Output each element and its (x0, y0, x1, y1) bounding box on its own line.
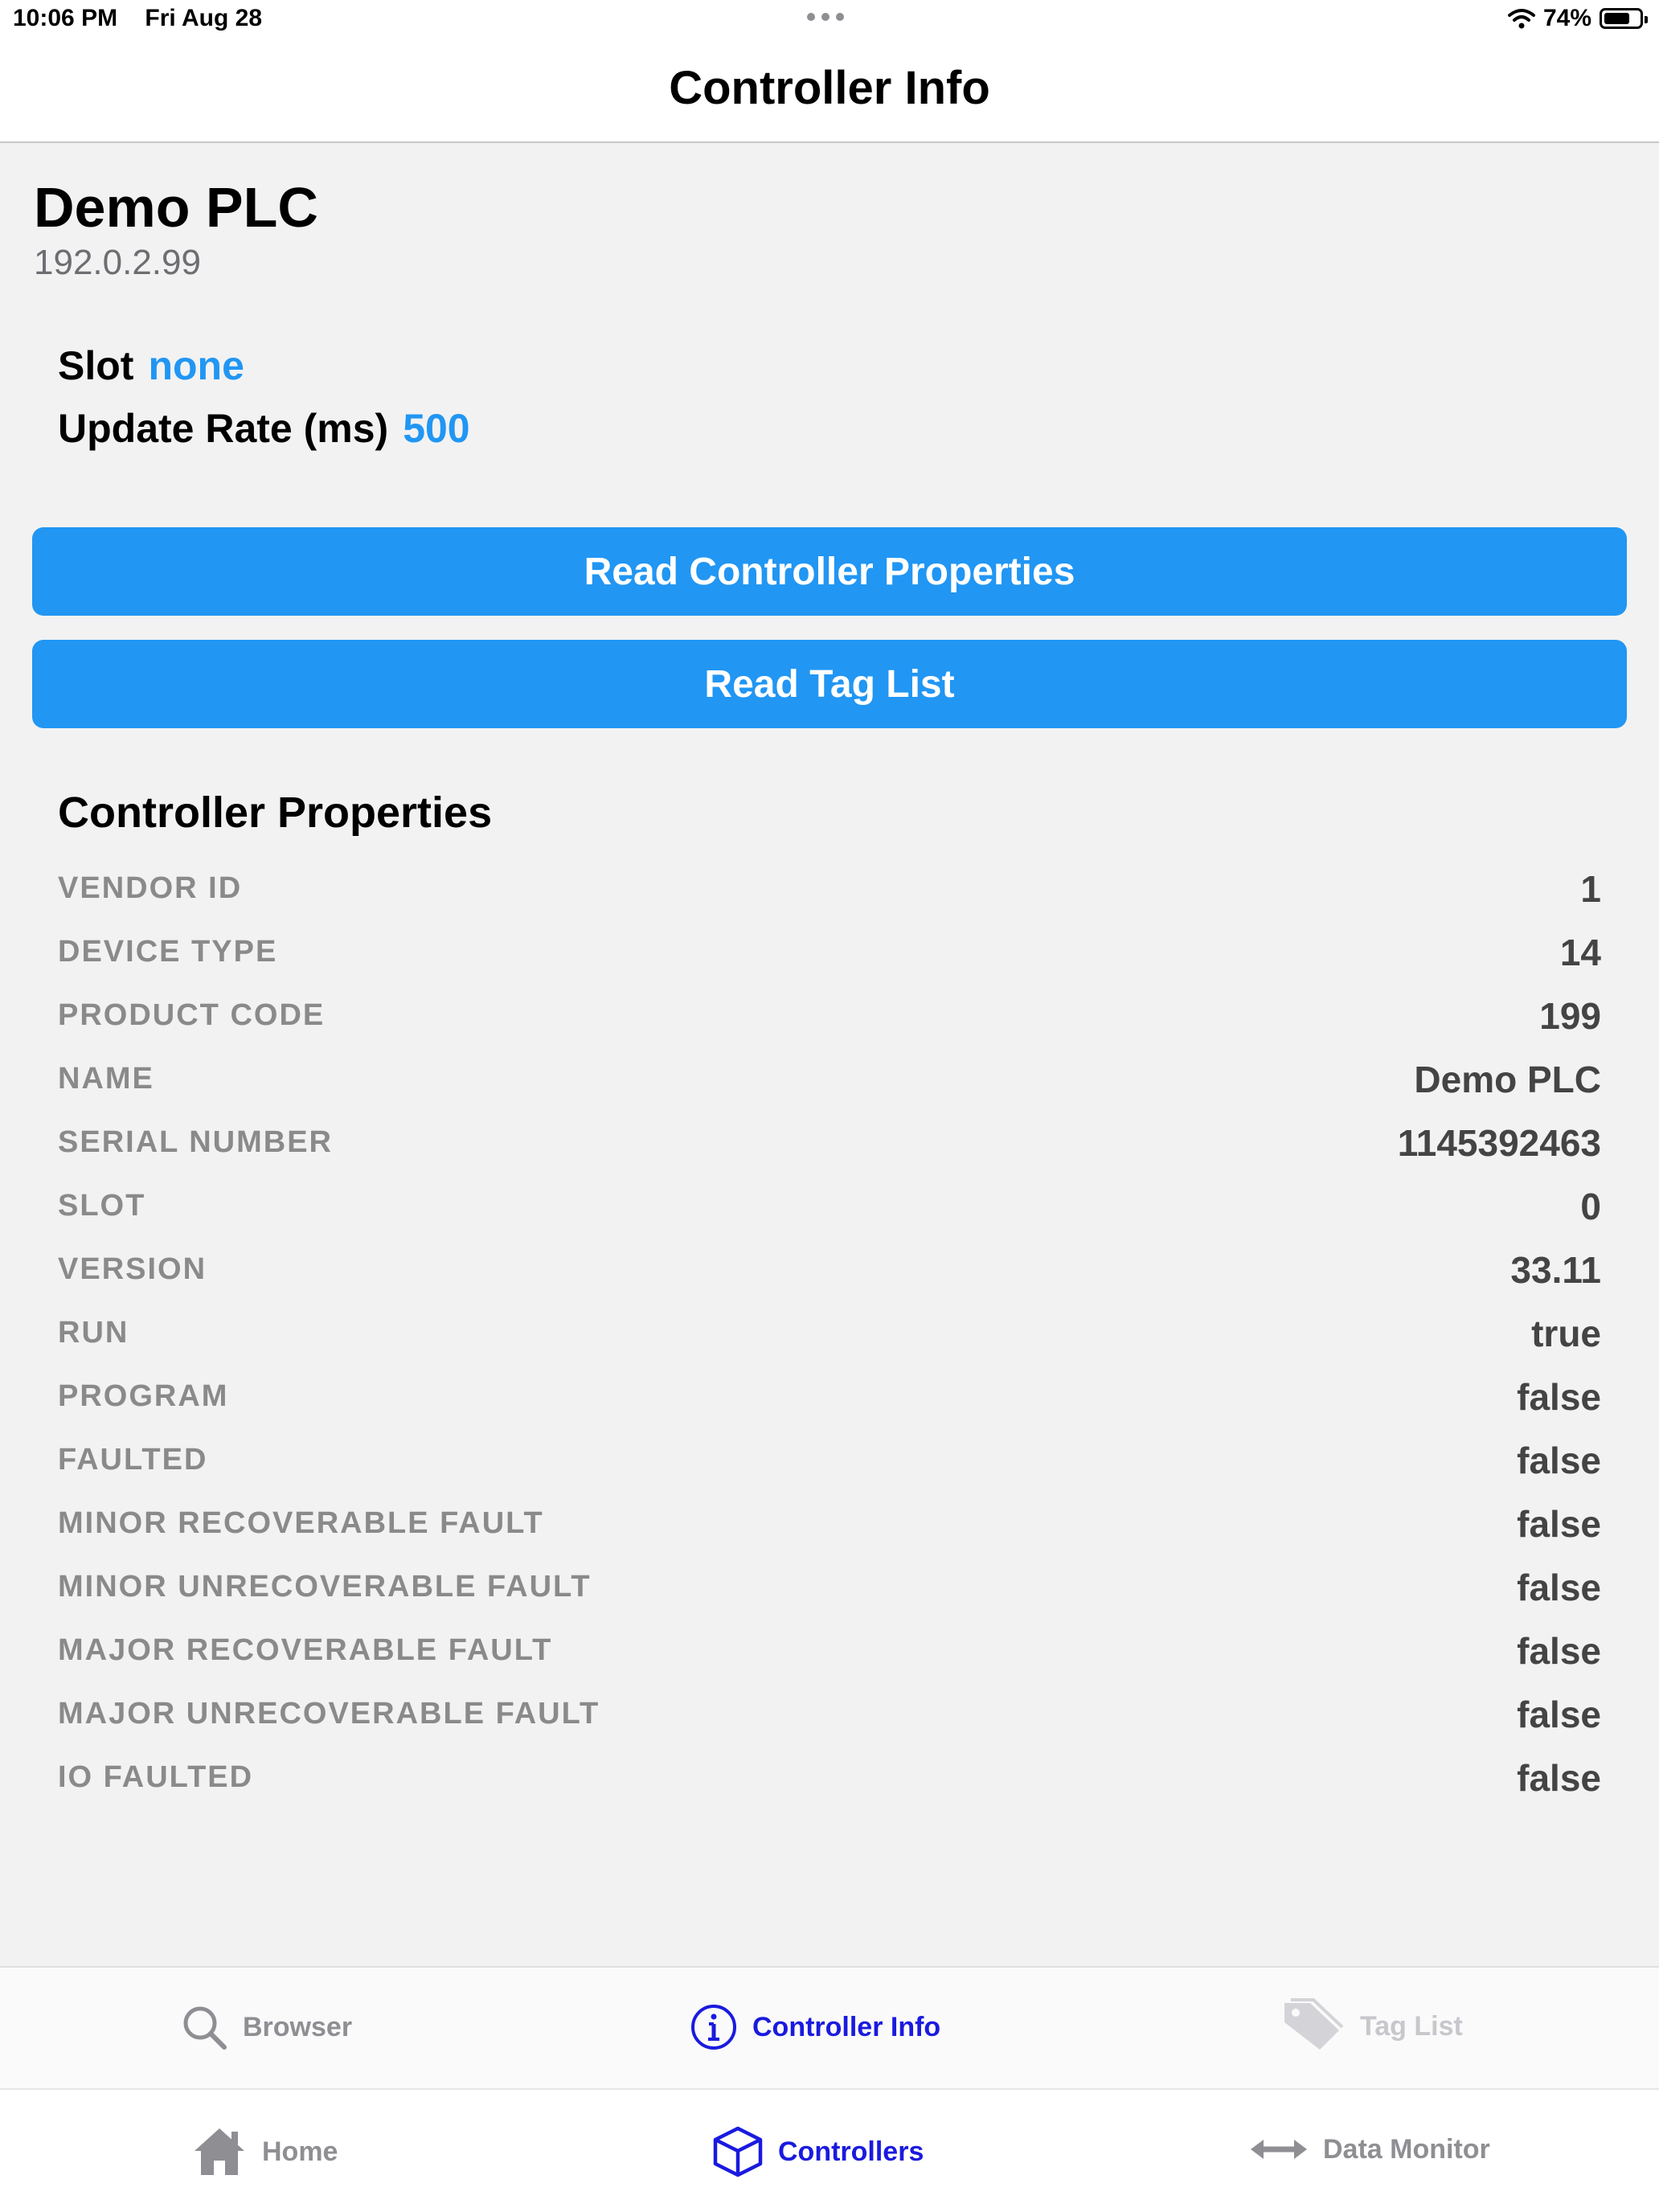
property-row-version: VERSION 33.11 (58, 1238, 1601, 1301)
navigation-bar: Controller Info (0, 42, 1659, 143)
property-label: IO FAULTED (58, 1760, 254, 1794)
multitasking-dots-icon[interactable] (807, 13, 844, 21)
tab-tag-list-label: Tag List (1360, 2010, 1463, 2042)
property-row-slot: SLOT 0 (58, 1174, 1601, 1238)
property-label: VERSION (58, 1252, 207, 1286)
slot-value[interactable]: none (148, 343, 244, 388)
property-label: SERIAL NUMBER (58, 1125, 333, 1159)
property-value: false (1517, 1756, 1601, 1799)
wifi-icon (1507, 9, 1535, 29)
tab-controllers-label: Controllers (778, 2136, 924, 2167)
search-icon (183, 2006, 227, 2050)
property-row-name: NAME Demo PLC (58, 1047, 1601, 1111)
properties-list: VENDOR ID 1 DEVICE TYPE 14 PRODUCT CODE 199… (58, 857, 1601, 1809)
tab-home-label: Home (262, 2136, 338, 2167)
property-label: VENDOR ID (58, 871, 243, 905)
page-title: Controller Info (669, 62, 990, 114)
slot-label: Slot (58, 343, 134, 388)
property-row-program: PROGRAM false (58, 1365, 1601, 1428)
main-tab-bar: Home Controllers Data Monitor (0, 2088, 1659, 2212)
status-right: 74% (1507, 5, 1648, 32)
read-tag-list-button[interactable]: Read Tag List (32, 640, 1627, 728)
property-row-faulted: FAULTED false (58, 1428, 1601, 1492)
status-time-text: 10:06 PM (13, 5, 118, 31)
slot-setting: Slot none (58, 342, 244, 389)
property-value: 33.11 (1510, 1248, 1601, 1291)
property-value: false (1517, 1693, 1601, 1735)
read-controller-properties-button[interactable]: Read Controller Properties (32, 527, 1627, 616)
property-label: NAME (58, 1062, 154, 1096)
property-label: PRODUCT CODE (58, 998, 326, 1032)
battery-percent: 74% (1542, 5, 1591, 31)
property-row-vendor-id: VENDOR ID 1 (58, 857, 1601, 920)
update-rate-value[interactable]: 500 (403, 406, 469, 451)
property-value: 1 (1580, 867, 1601, 910)
battery-icon (1600, 8, 1648, 29)
status-date-text: Fri Aug 28 (145, 5, 262, 31)
property-row-major-recoverable-fault: MAJOR RECOVERABLE FAULT false (58, 1619, 1601, 1682)
property-value: 14 (1559, 931, 1601, 973)
status-time: 10:06 PM Fri Aug 28 (13, 5, 262, 32)
property-row-major-unrecoverable-fault: MAJOR UNRECOVERABLE FAULT false (58, 1682, 1601, 1746)
property-value: false (1517, 1502, 1601, 1545)
property-value: false (1517, 1375, 1601, 1418)
property-row-run: RUN true (58, 1301, 1601, 1365)
tab-controllers[interactable]: Controllers (712, 2125, 924, 2178)
tab-controller-info[interactable]: Controller Info (690, 2003, 940, 2051)
device-name: Demo PLC (34, 176, 318, 239)
property-row-minor-unrecoverable-fault: MINOR UNRECOVERABLE FAULT false (58, 1555, 1601, 1619)
tag-icon (1284, 1998, 1344, 2050)
property-row-serial-number: SERIAL NUMBER 1145392463 (58, 1111, 1601, 1174)
tab-data-monitor[interactable]: Data Monitor (1249, 2125, 1490, 2173)
property-label: RUN (58, 1316, 129, 1350)
property-label: SLOT (58, 1189, 146, 1223)
home-icon (195, 2128, 244, 2175)
device-ip: 192.0.2.99 (34, 243, 201, 282)
property-label: MAJOR UNRECOVERABLE FAULT (58, 1697, 600, 1731)
update-rate-setting: Update Rate (ms) 500 (58, 405, 470, 452)
property-label: MINOR RECOVERABLE FAULT (58, 1506, 544, 1540)
property-value: 1145392463 (1397, 1121, 1601, 1164)
property-row-device-type: DEVICE TYPE 14 (58, 920, 1601, 984)
property-label: DEVICE TYPE (58, 935, 278, 969)
double-arrow-icon (1251, 2140, 1307, 2159)
property-value: false (1517, 1439, 1601, 1481)
update-rate-label: Update Rate (ms) (58, 406, 389, 451)
controller-tab-bar: Browser Controller Info Tag List (0, 1966, 1659, 2088)
property-value: 199 (1539, 994, 1601, 1037)
property-value: false (1517, 1566, 1601, 1608)
controller-properties-heading: Controller Properties (58, 789, 493, 837)
property-value: false (1517, 1629, 1601, 1672)
status-bar: 10:06 PM Fri Aug 28 74% (0, 0, 1659, 42)
property-row-product-code: PRODUCT CODE 199 (58, 984, 1601, 1047)
property-value: true (1531, 1312, 1601, 1354)
property-label: PROGRAM (58, 1379, 229, 1413)
tab-tag-list[interactable]: Tag List (1281, 1998, 1463, 2054)
property-label: MINOR UNRECOVERABLE FAULT (58, 1570, 592, 1604)
property-label: FAULTED (58, 1443, 208, 1477)
tab-home[interactable]: Home (191, 2125, 338, 2178)
cube-icon (713, 2126, 763, 2177)
property-value: 0 (1580, 1185, 1601, 1227)
property-row-minor-recoverable-fault: MINOR RECOVERABLE FAULT false (58, 1492, 1601, 1555)
tab-browser[interactable]: Browser (180, 2003, 352, 2051)
property-row-io-faulted: IO FAULTED false (58, 1746, 1601, 1809)
tab-data-monitor-label: Data Monitor (1323, 2133, 1490, 2165)
tab-browser-label: Browser (243, 2011, 353, 2042)
info-icon (691, 2005, 736, 2050)
tab-controller-info-label: Controller Info (752, 2011, 941, 2042)
property-label: MAJOR RECOVERABLE FAULT (58, 1633, 553, 1667)
property-value: Demo PLC (1414, 1058, 1601, 1100)
